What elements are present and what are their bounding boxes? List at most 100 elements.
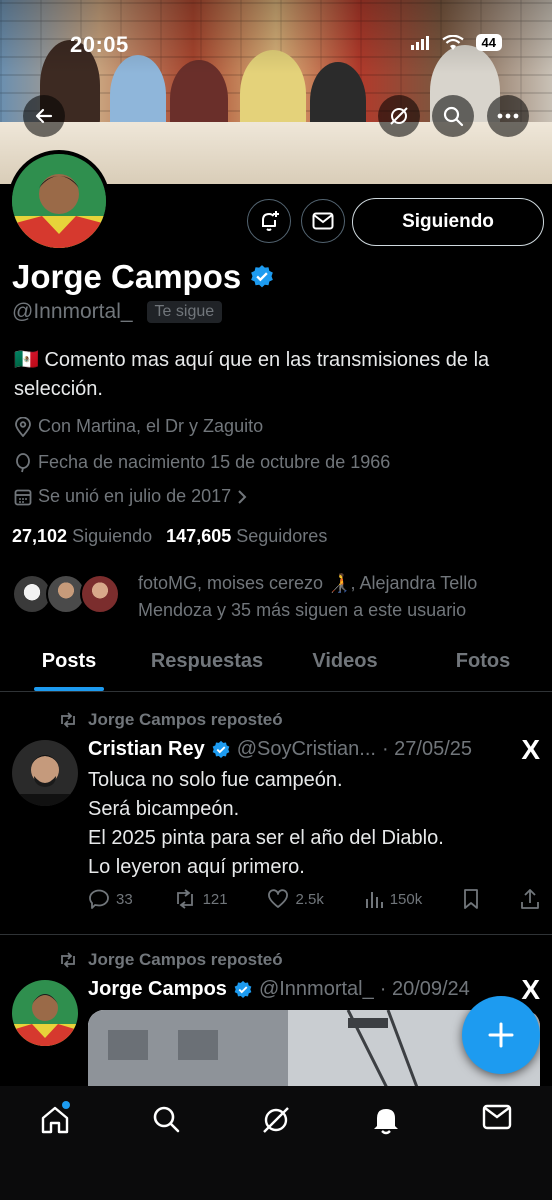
verified-badge-icon bbox=[234, 980, 252, 998]
location-text: Con Martina, el Dr y Zaguito bbox=[38, 416, 264, 436]
grok-icon bbox=[263, 1107, 289, 1133]
handle-row: @Innmortal_ Te sigue bbox=[12, 300, 223, 324]
tweet-line: Será bicampeón. bbox=[88, 798, 240, 820]
followers-stat[interactable]: 147,605 Seguidores bbox=[166, 526, 327, 547]
location-row: Con Martina, el Dr y Zaguito bbox=[14, 416, 263, 437]
known-followers-text: fotoMG, moises cerezo 🧑‍🦯, Alejandra Tel… bbox=[138, 573, 478, 620]
avatar-image bbox=[12, 154, 106, 248]
following-stat[interactable]: 27,102 Siguiendo bbox=[12, 526, 152, 547]
search-button[interactable] bbox=[432, 95, 474, 137]
tweet-actions: 33 121 2.5k 150k bbox=[88, 888, 540, 910]
bell-icon bbox=[374, 1109, 399, 1135]
message-button[interactable] bbox=[301, 199, 345, 243]
search-icon bbox=[153, 1106, 179, 1133]
joined-row[interactable]: Se unió en julio de 2017 bbox=[14, 486, 247, 507]
battery-indicator: 44 bbox=[475, 34, 502, 51]
grok-button[interactable] bbox=[378, 95, 420, 137]
profile-handle: @Innmortal_ bbox=[12, 300, 133, 323]
tab-videos[interactable]: Videos bbox=[276, 640, 414, 691]
repost-icon bbox=[61, 712, 75, 728]
more-icon bbox=[497, 113, 519, 119]
following-label: Siguiendo bbox=[72, 526, 153, 546]
back-button[interactable] bbox=[23, 95, 65, 137]
tweet-header: Cristian Rey @SoyCristian... · 27/05/25 bbox=[88, 738, 508, 761]
repost-icon bbox=[61, 952, 75, 968]
x-logo-icon[interactable]: X bbox=[521, 974, 540, 1006]
tweet-line: Lo leyeron aquí primero. bbox=[88, 856, 305, 878]
like-button[interactable]: 2.5k bbox=[267, 889, 324, 909]
follow-stats: 27,102 Siguiendo 147,605 Seguidores bbox=[12, 526, 327, 547]
tweet-avatar[interactable] bbox=[12, 740, 78, 806]
verified-badge-icon bbox=[212, 740, 230, 758]
notify-button[interactable] bbox=[247, 199, 291, 243]
tweet-line: El 2025 pinta para ser el año del Diablo… bbox=[88, 827, 444, 849]
avatar-image bbox=[12, 740, 78, 806]
repost-label: Jorge Campos reposteó bbox=[88, 950, 283, 969]
envelope-icon bbox=[482, 1104, 511, 1130]
bell-plus-icon bbox=[262, 211, 279, 231]
cellular-icon bbox=[410, 35, 429, 50]
tweet-handle: @SoyCristian... bbox=[236, 738, 376, 760]
nav-grok[interactable] bbox=[246, 1104, 306, 1144]
arrow-left-icon bbox=[35, 108, 53, 124]
follows-you-badge: Te sigue bbox=[146, 301, 223, 323]
nav-messages[interactable] bbox=[467, 1104, 527, 1144]
repost-icon bbox=[176, 889, 193, 909]
profile-avatar[interactable] bbox=[8, 150, 110, 252]
tweet-author[interactable]: Jorge Campos bbox=[88, 978, 227, 1001]
views-icon bbox=[365, 892, 383, 908]
profile-bio: 🇲🇽 Comento mas aquí que en las transmisi… bbox=[14, 349, 490, 400]
like-count: 2.5k bbox=[295, 890, 324, 908]
reply-icon bbox=[89, 889, 109, 909]
heart-icon bbox=[268, 889, 289, 908]
tweet-author[interactable]: Cristian Rey bbox=[88, 738, 205, 761]
tab-replies[interactable]: Respuestas bbox=[138, 640, 276, 691]
bottom-nav bbox=[0, 1086, 552, 1200]
search-icon bbox=[443, 106, 464, 127]
avatar-image bbox=[12, 980, 78, 1046]
avatar bbox=[80, 574, 120, 614]
views-button[interactable]: 150k bbox=[364, 889, 423, 909]
tweet-text: Toluca no solo fue campeón. Será bicampe… bbox=[88, 766, 528, 882]
share-button[interactable] bbox=[520, 888, 540, 910]
profile-name: Jorge Campos bbox=[12, 258, 242, 295]
compose-button[interactable] bbox=[462, 996, 540, 1074]
followers-label: Seguidores bbox=[236, 526, 328, 546]
nav-notifications[interactable] bbox=[356, 1104, 416, 1144]
location-pin-icon bbox=[15, 416, 31, 437]
wifi-icon bbox=[441, 34, 464, 50]
tweet-date: · 27/05/25 bbox=[381, 738, 473, 760]
tweet-line: Toluca no solo fue campeón. bbox=[88, 769, 343, 791]
repost-indicator: Jorge Campos reposteó bbox=[58, 710, 283, 730]
tab-posts[interactable]: Posts bbox=[0, 640, 138, 691]
tweet-date: · 20/09/24 bbox=[379, 978, 470, 1000]
following-button[interactable]: Siguiendo bbox=[352, 198, 544, 246]
reply-count: 33 bbox=[116, 890, 133, 908]
followers-count: 147,605 bbox=[166, 526, 232, 546]
grok-icon bbox=[390, 107, 408, 125]
repost-button[interactable]: 121 bbox=[173, 889, 228, 909]
profile-tabs: Posts Respuestas Videos Fotos bbox=[0, 640, 552, 692]
profile-name-row: Jorge Campos bbox=[12, 258, 275, 296]
tab-photos[interactable]: Fotos bbox=[414, 640, 552, 691]
reply-button[interactable]: 33 bbox=[88, 888, 133, 910]
tweet-handle: @Innmortal_ bbox=[258, 978, 374, 1000]
status-icons: 44 bbox=[410, 34, 502, 51]
status-time: 20:05 bbox=[70, 32, 129, 57]
tweet-divider bbox=[0, 934, 552, 935]
joined-text: Se unió en julio de 2017 bbox=[38, 486, 232, 506]
tweet-avatar[interactable] bbox=[12, 980, 78, 1046]
plus-icon bbox=[488, 1022, 514, 1048]
verified-badge-icon[interactable] bbox=[249, 264, 275, 290]
tweet-header: Jorge Campos @Innmortal_ · 20/09/24 bbox=[88, 978, 508, 1001]
more-button[interactable] bbox=[487, 95, 529, 137]
nav-home[interactable] bbox=[25, 1101, 85, 1144]
repost-count: 121 bbox=[202, 890, 228, 908]
nav-search[interactable] bbox=[136, 1104, 196, 1144]
x-logo-icon[interactable]: X bbox=[521, 734, 540, 766]
chevron-right-icon bbox=[238, 489, 247, 504]
bookmark-icon bbox=[464, 889, 479, 909]
known-followers[interactable]: fotoMG, moises cerezo 🧑‍🦯, Alejandra Tel… bbox=[12, 570, 538, 624]
views-count: 150k bbox=[389, 890, 423, 908]
bookmark-button[interactable] bbox=[462, 888, 480, 910]
